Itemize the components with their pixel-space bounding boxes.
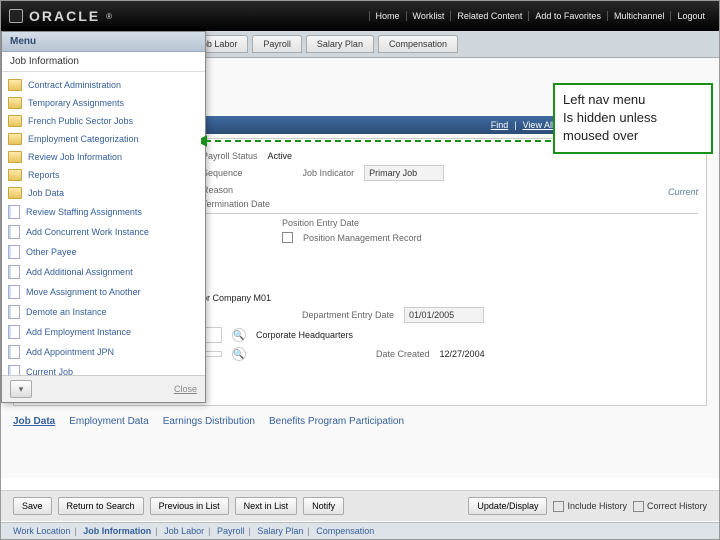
lookup-icon[interactable]: 🔍 <box>232 347 246 361</box>
include-history[interactable]: Include History <box>553 497 627 515</box>
payroll-status-label: Payroll Status <box>202 151 258 161</box>
sublink-job-data[interactable]: Job Data <box>13 416 55 427</box>
crumb-salary-plan[interactable]: Salary Plan <box>257 526 303 536</box>
flyout-folder[interactable]: Review Job Information <box>2 148 205 166</box>
sub-page-links: Job Data Employment Data Earnings Distri… <box>13 416 707 427</box>
flyout-section: Job Information <box>2 52 205 72</box>
save-button[interactable]: Save <box>13 497 52 515</box>
pos-entry-label: Position Entry Date <box>282 218 359 228</box>
flyout-folder[interactable]: Temporary Assignments <box>2 94 205 112</box>
registered-mark: ® <box>106 12 112 21</box>
date-created-label: Date Created <box>376 349 430 359</box>
lookup-icon[interactable]: 🔍 <box>232 328 246 342</box>
flyout-item[interactable]: Add Employment Instance <box>2 322 205 342</box>
tab-salary-plan[interactable]: Salary Plan <box>306 35 374 53</box>
flyout-folder[interactable]: Job Data <box>2 184 205 202</box>
annotation-line2: Is hidden unless <box>563 109 703 127</box>
top-nav: Home Worklist Related Content Add to Fav… <box>369 11 712 21</box>
current-tag: Current <box>668 187 698 197</box>
flyout-item[interactable]: Move Assignment to Another <box>2 282 205 302</box>
job-indicator-label: Job Indicator <box>303 168 355 178</box>
crumb-compensation[interactable]: Compensation <box>316 526 374 536</box>
product-name: ORACLE <box>29 8 100 24</box>
date-created-value: 12/27/2004 <box>440 349 485 359</box>
annotation-line3: moused over <box>563 127 703 145</box>
flyout-footer: ▾ Close <box>2 375 205 402</box>
flyout-title: Menu <box>2 32 205 52</box>
flyout-item[interactable]: Demote an Instance <box>2 302 205 322</box>
tab-payroll[interactable]: Payroll <box>252 35 302 53</box>
annotation-callout: Left nav menu Is hidden unless moused ov… <box>553 83 713 154</box>
next-in-list-button[interactable]: Next in List <box>235 497 298 515</box>
flyout-item[interactable]: Add Additional Assignment <box>2 262 205 282</box>
location-desc: Corporate Headquarters <box>256 330 353 340</box>
breadcrumb: Work Location| Job Information| Job Labo… <box>1 522 719 539</box>
grid-view-all[interactable]: View All <box>523 120 554 130</box>
notify-button[interactable]: Notify <box>303 497 344 515</box>
flyout-item[interactable]: Other Payee <box>2 242 205 262</box>
flyout-close[interactable]: Close <box>174 384 197 394</box>
flyout-folder[interactable]: Employment Categorization <box>2 130 205 148</box>
flyout-folder[interactable]: French Public Sector Jobs <box>2 112 205 130</box>
flyout-item[interactable]: Add Concurrent Work Instance <box>2 222 205 242</box>
flyout-folder[interactable]: Contract Administration <box>2 76 205 94</box>
previous-in-list-button[interactable]: Previous in List <box>150 497 229 515</box>
left-nav-flyout: Menu Job Information Contract Administra… <box>1 31 206 403</box>
nav-logout[interactable]: Logout <box>670 11 711 21</box>
payroll-status-value: Active <box>268 151 293 161</box>
sequence-label: Sequence <box>202 168 243 178</box>
reason-label: Reason <box>202 185 233 195</box>
sublink-benefits-program[interactable]: Benefits Program Participation <box>269 416 404 427</box>
crumb-job-labor[interactable]: Job Labor <box>164 526 204 536</box>
correct-history[interactable]: Correct History <box>633 497 707 515</box>
crumb-work-location[interactable]: Work Location <box>13 526 70 536</box>
flyout-item[interactable]: Add Appointment JPN <box>2 342 205 362</box>
flyout-list: Contract Administration Temporary Assign… <box>2 72 205 375</box>
update-display-button[interactable]: Update/Display <box>468 497 547 515</box>
nav-home[interactable]: Home <box>369 11 406 21</box>
dept-entry-label: Department Entry Date <box>302 310 394 320</box>
sublink-earnings-dist[interactable]: Earnings Distribution <box>163 416 255 427</box>
annotation-line1: Left nav menu <box>563 91 703 109</box>
dept-entry-value: 01/01/2005 <box>404 307 484 323</box>
sublink-employment-data[interactable]: Employment Data <box>69 416 148 427</box>
branding-bar: ORACLE ® Home Worklist Related Content A… <box>1 1 719 31</box>
nav-multichannel[interactable]: Multichannel <box>607 11 671 21</box>
logo-icon <box>9 9 23 23</box>
term-date-label: Termination Date <box>202 199 270 209</box>
grid-find[interactable]: Find <box>491 120 509 130</box>
flyout-folder[interactable]: Reports <box>2 166 205 184</box>
return-to-search-button[interactable]: Return to Search <box>58 497 144 515</box>
nav-related-content[interactable]: Related Content <box>450 11 528 21</box>
crumb-job-information[interactable]: Job Information <box>83 526 151 536</box>
toolbar: Save Return to Search Previous in List N… <box>1 490 719 521</box>
job-indicator-value: Primary Job <box>364 165 444 181</box>
product-logo: ORACLE ® <box>9 8 112 24</box>
tab-compensation[interactable]: Compensation <box>378 35 458 53</box>
pos-mgmt-checkbox[interactable] <box>282 232 293 243</box>
flyout-item[interactable]: Review Staffing Assignments <box>2 202 205 222</box>
nav-add-favorites[interactable]: Add to Favorites <box>528 11 607 21</box>
pos-mgmt-label: Position Management Record <box>303 233 422 243</box>
flyout-item[interactable]: Current Job <box>2 362 205 375</box>
nav-worklist[interactable]: Worklist <box>406 11 451 21</box>
flyout-dropdown-icon[interactable]: ▾ <box>10 380 32 398</box>
crumb-payroll[interactable]: Payroll <box>217 526 245 536</box>
